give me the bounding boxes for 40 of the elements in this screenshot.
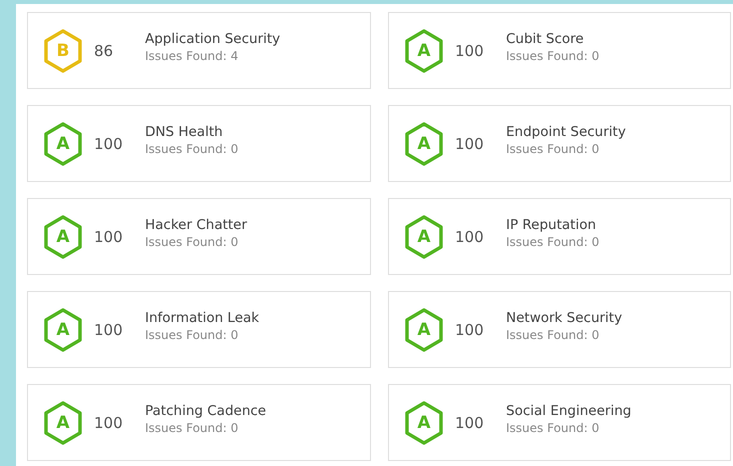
issues-count: Issues Found: 0 — [506, 142, 600, 156]
issues-count: Issues Found: 0 — [145, 142, 238, 156]
category-name: Endpoint Security — [506, 124, 626, 140]
grade-badge: A — [404, 28, 444, 74]
issues-count: Issues Found: 0 — [145, 234, 240, 248]
grade-badge: A — [404, 214, 444, 260]
category-name: Cubit Score — [506, 30, 585, 46]
issues-count: Issues Found: 0 — [506, 48, 600, 62]
category-name: Patching Cadence — [145, 402, 266, 418]
category-name: DNS Health — [145, 124, 224, 140]
score-value: 100 — [93, 228, 124, 246]
issues-count: Issues Found: 0 — [506, 234, 600, 248]
issues-count: Issues Found: 0 — [145, 328, 240, 342]
score-value: 100 — [454, 42, 485, 60]
grade-badge: A — [43, 120, 83, 166]
issues-count: Issues Found: 0 — [506, 328, 600, 342]
score-value: 100 — [454, 414, 485, 432]
score-value: 100 — [93, 414, 124, 432]
grade-badge: A — [43, 214, 83, 260]
grade-badge: A — [404, 306, 444, 352]
category-name: Hacker Chatter — [145, 216, 248, 232]
score-value: 100 — [93, 320, 124, 338]
category-name: IP Reputation — [506, 216, 598, 232]
score-value: 100 — [93, 134, 124, 152]
grade-badge: A — [404, 120, 444, 166]
category-name: Information Leak — [145, 310, 260, 326]
category-name: Network Security — [506, 310, 622, 326]
category-name: Social Engineering — [506, 402, 632, 418]
grade-badge: A — [404, 400, 444, 446]
score-value: 86 — [93, 42, 114, 60]
issues-count: Issues Found: 0 — [145, 420, 240, 434]
issues-count: Issues Found: 0 — [506, 420, 600, 434]
grade-badge: A — [43, 400, 83, 446]
score-value: 100 — [454, 134, 485, 152]
score-value: 100 — [454, 320, 485, 338]
score-value: 100 — [454, 228, 485, 246]
grade-badge: A — [43, 306, 83, 352]
grade-badge: B — [43, 28, 83, 74]
category-name: Application Security — [145, 30, 280, 46]
issues-count: Issues Found: 4 — [145, 48, 240, 62]
